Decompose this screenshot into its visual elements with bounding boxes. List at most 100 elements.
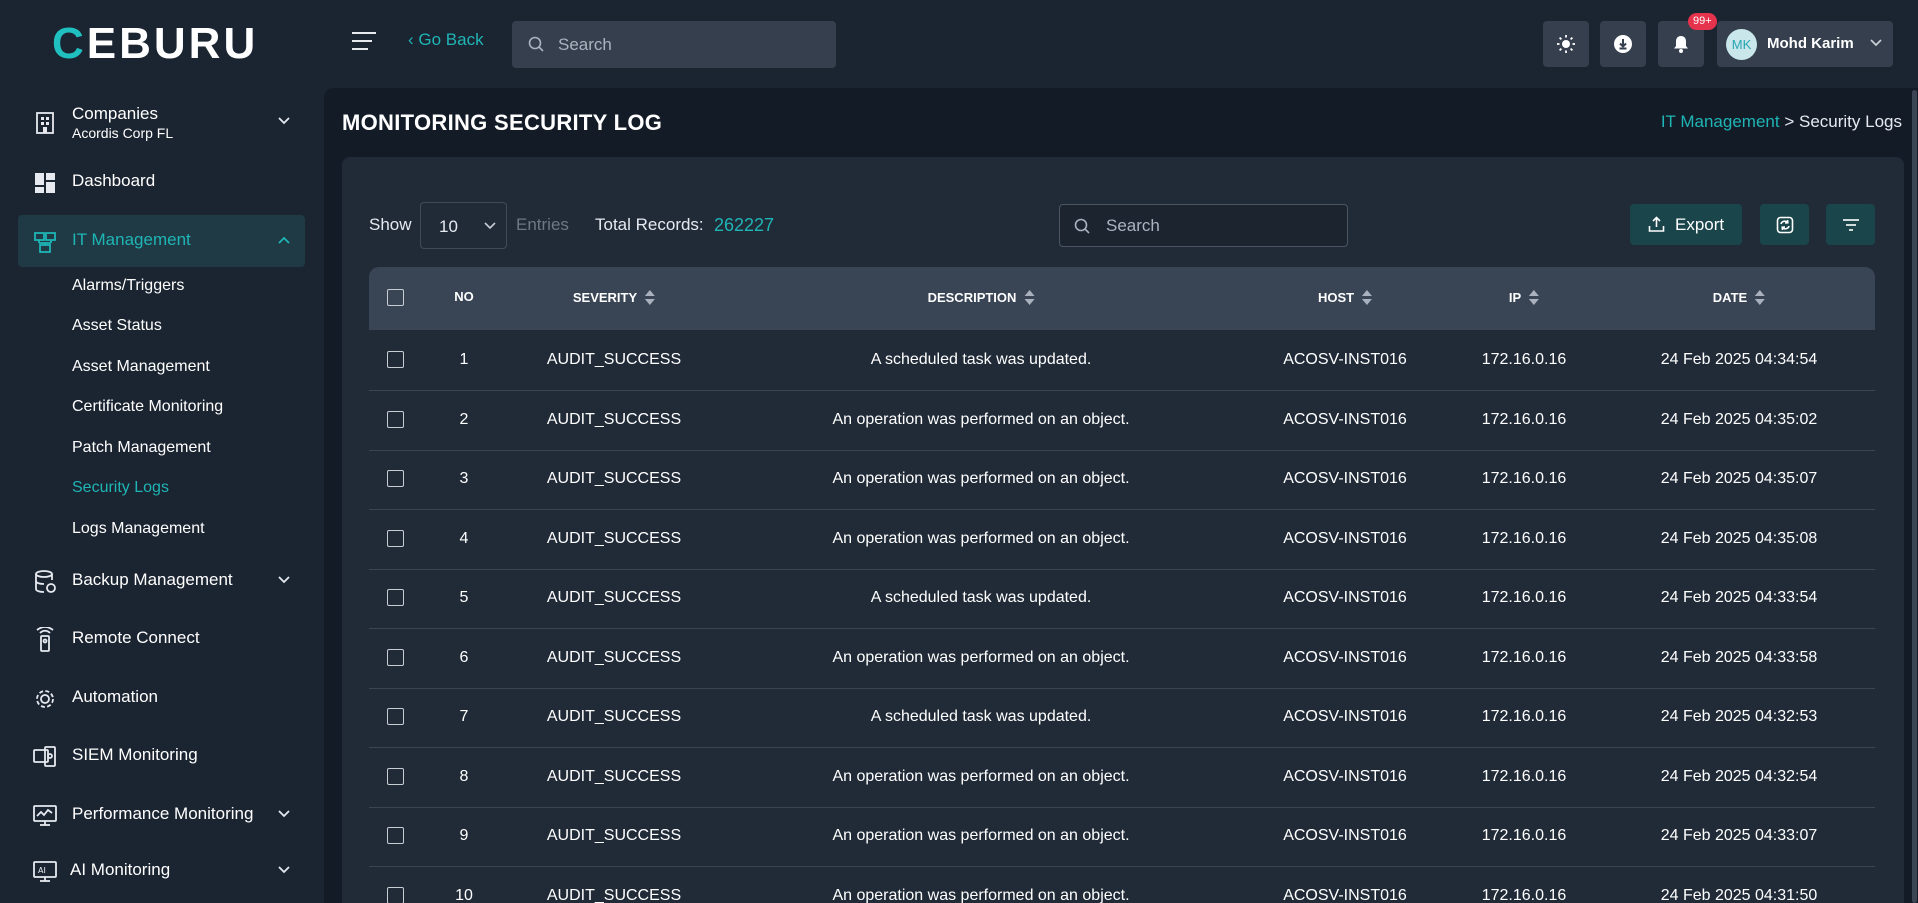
show-label: Show xyxy=(369,215,412,234)
entries-label: Entries xyxy=(516,215,569,234)
table-row[interactable]: 10 AUDIT_SUCCESS An operation was performe… xyxy=(369,867,1875,903)
chevron-up-icon xyxy=(278,236,290,244)
table-row[interactable]: 7 AUDIT_SUCCESS A scheduled task was updat… xyxy=(369,688,1875,748)
table-row[interactable]: 1 AUDIT_SUCCESS A scheduled task was updat… xyxy=(369,331,1875,391)
sidebar-subitem-asset-management[interactable]: Asset Management xyxy=(72,358,210,376)
cell-host: ACOSV-INST016 xyxy=(1283,767,1407,785)
sidebar-item-label: Backup Management xyxy=(72,570,233,589)
refresh-button[interactable] xyxy=(1760,204,1809,245)
table-row[interactable]: 9 AUDIT_SUCCESS An operation was performed… xyxy=(369,807,1875,867)
sidebar-subitem-asset-status[interactable]: Asset Status xyxy=(72,317,162,335)
column-header-ip[interactable]: IP xyxy=(1509,289,1540,305)
sidebar-item-dashboard[interactable]: Dashboard xyxy=(18,156,305,208)
table-row[interactable]: 5 AUDIT_SUCCESS A scheduled task was updat… xyxy=(369,569,1875,629)
table-search-input[interactable] xyxy=(1106,205,1336,246)
column-header-host[interactable]: HOST xyxy=(1318,289,1373,305)
sidebar-item-performance[interactable]: Performance Monitoring xyxy=(18,789,305,841)
page-scrollbar[interactable] xyxy=(1912,90,1917,903)
go-back-link[interactable]: ‹ Go Back xyxy=(408,30,484,50)
select-all-checkbox[interactable] xyxy=(387,289,404,306)
theme-toggle-button[interactable] xyxy=(1543,21,1589,67)
sidebar-item-label: Remote Connect xyxy=(72,628,200,647)
table-row[interactable]: 6 AUDIT_SUCCESS An operation was performed… xyxy=(369,629,1875,689)
row-checkbox[interactable] xyxy=(387,827,404,844)
row-checkbox[interactable] xyxy=(387,529,404,547)
cell-description: An operation was performed on an object. xyxy=(832,767,1130,785)
cell-severity: AUDIT_SUCCESS xyxy=(546,767,682,785)
sidebar-subitem-certificate-monitoring[interactable]: Certificate Monitoring xyxy=(72,398,223,416)
row-checkbox[interactable] xyxy=(387,410,404,428)
sort-icon[interactable] xyxy=(1529,289,1540,305)
breadcrumb-current: Security Logs xyxy=(1799,112,1902,131)
breadcrumb-parent-link[interactable]: IT Management xyxy=(1661,112,1780,131)
sidebar-item-label: Automation xyxy=(72,687,158,706)
filter-icon xyxy=(1842,218,1859,231)
table-search[interactable] xyxy=(1059,204,1348,247)
sort-icon[interactable] xyxy=(1024,289,1035,305)
companies-label: Companies xyxy=(72,104,158,123)
row-checkbox[interactable] xyxy=(387,470,404,487)
sidebar-item-remote-connect[interactable]: Remote Connect xyxy=(18,613,305,665)
row-checkbox[interactable] xyxy=(387,351,404,368)
sidebar-subitem-security-logs[interactable]: Security Logs xyxy=(72,479,169,497)
chevron-down-icon xyxy=(278,117,290,125)
global-search-input[interactable] xyxy=(558,21,828,68)
sidebar-subitem-patch-management[interactable]: Patch Management xyxy=(72,439,211,457)
sidebar-item-ai-monitoring[interactable]: AI AI Monitoring xyxy=(18,845,305,897)
table-header: NO SEVERITY DESCRIPTION HOST IP DATE xyxy=(369,267,1875,330)
user-menu[interactable]: MK Mohd Karim xyxy=(1717,21,1893,67)
cell-severity: AUDIT_SUCCESS xyxy=(546,648,682,666)
entries-select[interactable]: 10 xyxy=(420,202,507,249)
cell-no: 8 xyxy=(459,767,469,785)
table-row[interactable]: 3 AUDIT_SUCCESS An operation was performed… xyxy=(369,450,1875,510)
download-button[interactable] xyxy=(1600,21,1646,67)
hamburger-menu-icon[interactable] xyxy=(352,32,376,54)
breadcrumb: IT Management > Security Logs xyxy=(1661,112,1902,132)
table-row[interactable]: 8 AUDIT_SUCCESS An operation was performed… xyxy=(369,748,1875,808)
row-checkbox[interactable] xyxy=(387,886,404,903)
table-row[interactable]: 2 AUDIT_SUCCESS An operation was performed… xyxy=(369,391,1875,451)
row-checkbox[interactable] xyxy=(387,648,404,666)
logo[interactable]: CEBURU xyxy=(52,22,258,66)
cell-severity: AUDIT_SUCCESS xyxy=(546,886,682,903)
row-checkbox[interactable] xyxy=(387,767,404,785)
row-checkbox[interactable] xyxy=(387,708,404,725)
cell-severity: AUDIT_SUCCESS xyxy=(546,351,682,368)
column-header-description[interactable]: DESCRIPTION xyxy=(928,289,1035,305)
dashboard-icon xyxy=(35,173,55,193)
total-records-label: Total Records: xyxy=(595,215,704,234)
sidebar-subitem-logs-management[interactable]: Logs Management xyxy=(72,520,205,538)
sidebar-item-it-management[interactable]: IT Management xyxy=(18,215,305,267)
column-header-severity[interactable]: SEVERITY xyxy=(573,289,656,305)
table-row[interactable]: 4 AUDIT_SUCCESS An operation was performed… xyxy=(369,510,1875,570)
sidebar-item-automation[interactable]: Automation xyxy=(18,672,305,724)
row-checkbox[interactable] xyxy=(387,589,404,606)
sidebar-item-siem[interactable]: SIEM Monitoring xyxy=(18,730,305,782)
filter-button[interactable] xyxy=(1826,204,1875,245)
export-button[interactable]: Export xyxy=(1630,204,1742,245)
cell-description: A scheduled task was updated. xyxy=(870,351,1092,368)
sidebar-item-label: SIEM Monitoring xyxy=(72,745,198,764)
sort-icon[interactable] xyxy=(1362,289,1373,305)
cell-ip: 172.16.0.16 xyxy=(1481,351,1567,368)
download-icon xyxy=(1614,35,1632,53)
notification-badge: 99+ xyxy=(1688,13,1717,30)
sidebar-item-companies[interactable]: Companies Acordis Corp FL xyxy=(18,96,305,148)
sidebar-item-backup[interactable]: Backup Management xyxy=(18,555,305,607)
global-search[interactable] xyxy=(512,21,836,68)
column-header-date[interactable]: DATE xyxy=(1713,289,1766,305)
cell-severity: AUDIT_SUCCESS xyxy=(546,410,682,428)
cell-no: 1 xyxy=(459,351,469,368)
cell-date: 24 Feb 2025 04:33:54 xyxy=(1660,589,1818,606)
column-header-no[interactable]: NO xyxy=(454,289,474,304)
svg-text:AI: AI xyxy=(38,866,46,875)
sort-icon[interactable] xyxy=(645,289,656,305)
search-icon xyxy=(1074,218,1090,234)
cell-description: An operation was performed on an object. xyxy=(832,529,1130,547)
cell-no: 9 xyxy=(459,827,469,844)
cell-host: ACOSV-INST016 xyxy=(1283,827,1407,844)
sidebar-subitem-alarms[interactable]: Alarms/Triggers xyxy=(72,277,184,295)
sort-icon[interactable] xyxy=(1755,289,1766,305)
cell-date: 24 Feb 2025 04:32:54 xyxy=(1660,767,1818,785)
cell-no: 4 xyxy=(459,529,469,547)
